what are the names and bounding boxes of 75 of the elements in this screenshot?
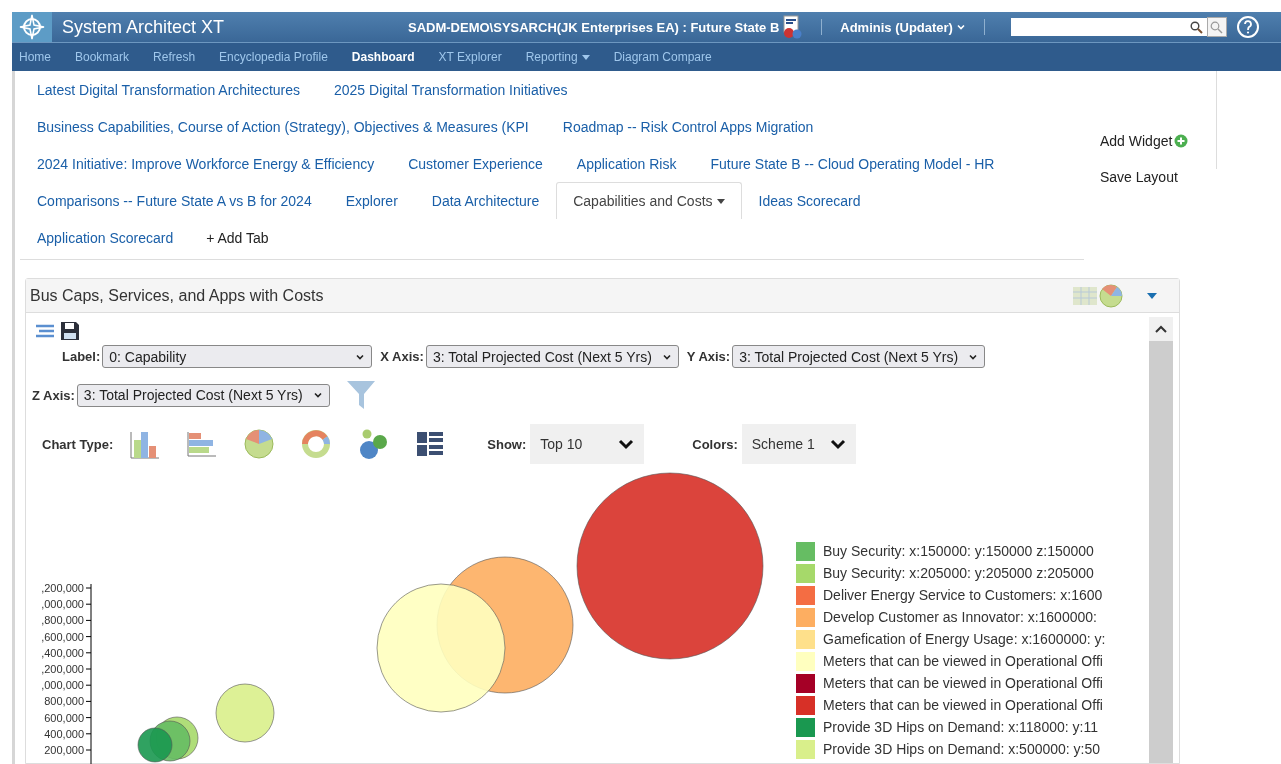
legend-label: Develop Customer as Innovator: x:1600000: — [823, 609, 1097, 625]
scroll-up-button[interactable] — [1149, 317, 1173, 341]
y-tick-label: ,000,000 — [41, 598, 84, 611]
axis-select[interactable]: 3: Total Projected Cost (Next 5 Yrs) — [76, 383, 330, 407]
axis-label: Z Axis: — [32, 387, 75, 403]
nav-link[interactable]: Encyclopedia Profile — [219, 50, 328, 64]
plus-icon — [1174, 134, 1189, 148]
scrollbar-thumb[interactable] — [1149, 341, 1173, 763]
axis-select[interactable]: 3: Total Projected Cost (Next 5 Yrs) — [425, 345, 679, 368]
chevron-up-icon — [1154, 324, 1168, 334]
chevron-icon — [829, 438, 846, 450]
chevron-icon — [618, 438, 635, 450]
legend-label: Gamefication of Energy Usage: x:1600000: y: — [823, 631, 1106, 647]
bubble — [215, 683, 275, 743]
dropdown-caret-icon[interactable] — [1147, 292, 1157, 299]
add-tab-button[interactable]: + Add Tab — [190, 219, 285, 256]
legend-label: Buy Security: x:150000: y:150000 z:150000 — [823, 543, 1094, 559]
nav-link[interactable]: Reporting — [525, 50, 590, 64]
pie-chart-icon[interactable] — [1099, 283, 1123, 308]
search-button[interactable] — [1206, 17, 1227, 37]
nav-link[interactable]: XT Explorer — [438, 50, 502, 64]
legend-label: Provide 3D Hips on Demand: x:500000: y:50 — [823, 741, 1101, 757]
chevron-icon — [312, 390, 323, 400]
y-tick-label: 400,000 — [44, 727, 84, 740]
bubble-chart-icon — [357, 428, 390, 460]
pie-chart-icon — [243, 428, 276, 460]
app-title: System Architect XT — [62, 16, 226, 38]
y-tick-label: 200,000 — [44, 744, 84, 756]
y-tick-label: ,200,000 — [41, 582, 84, 594]
y-tick-label: ,200,000 — [41, 663, 84, 675]
bubble — [137, 727, 173, 763]
grid-icon[interactable] — [1073, 286, 1097, 305]
nav-link[interactable]: Diagram Compare — [613, 50, 712, 64]
nav-link[interactable]: Refresh — [153, 50, 196, 64]
question-mark-icon — [1242, 20, 1253, 34]
help-button[interactable] — [1236, 16, 1259, 38]
legend-label: Provide 3D Hips on Demand: x:118000: y:11 — [823, 719, 1098, 735]
dashboard-tab[interactable]: Capabilities and Costs — [556, 182, 742, 219]
nav-link[interactable]: Bookmark — [75, 50, 130, 64]
y-tick-label: ,600,000 — [41, 630, 84, 643]
axis-select[interactable]: 3: Total Projected Cost (Next 5 Yrs) — [732, 345, 986, 368]
chevron-icon — [955, 22, 966, 32]
axis-label: X Axis: — [380, 349, 424, 364]
colors-select[interactable]: Scheme 1 — [741, 424, 856, 464]
nav-link[interactable]: Home — [19, 50, 51, 64]
legend-label: Deliver Energy Service to Customers: x:1600 — [823, 587, 1103, 603]
show-select[interactable]: Top 10 — [530, 424, 645, 464]
chart-type-label: Chart Type: — [42, 436, 114, 452]
search-icon — [1210, 20, 1224, 34]
colors-label: Colors: — [692, 436, 738, 452]
save-icon[interactable] — [60, 321, 80, 341]
axis-label: Label: — [62, 349, 101, 364]
legend-label: Meters that can be viewed in Operational Offi — [823, 697, 1103, 713]
user-menu-button[interactable]: Adminis (Updater) — [840, 19, 966, 35]
search-icon — [1189, 20, 1203, 34]
list-icon[interactable] — [36, 323, 54, 339]
donut-chart-icon — [300, 428, 333, 460]
legend-label: Meters that can be viewed in Operational Offi — [823, 675, 1103, 691]
save-layout-button[interactable]: Save Layout — [1100, 169, 1189, 185]
widget-title: Bus Caps, Services, and Apps with Costs — [30, 286, 325, 305]
repository-context: SADM-DEMO\SYSARCH(JK Enterprises EA) : Future State B — [408, 19, 780, 35]
y-tick-label: ,800,000 — [41, 614, 84, 627]
logo-icon — [12, 12, 52, 42]
y-tick-label: ,400,000 — [41, 646, 84, 659]
y-tick-label: 600,000 — [44, 711, 84, 724]
legend-label: Meters that can be viewed in Operational Offi — [823, 653, 1103, 669]
show-label: Show: — [487, 436, 527, 452]
axis-select[interactable]: 0: Capability — [102, 345, 373, 368]
axis-label: Y Axis: — [686, 349, 731, 364]
nav-link[interactable]: Dashboard — [351, 50, 415, 64]
y-tick-label: 800,000 — [44, 695, 84, 708]
add-widget-button[interactable]: Add Widget — [1100, 133, 1189, 149]
filter-icon[interactable] — [345, 380, 376, 410]
legend-label: Buy Security: x:205000: y:205000 z:205000 — [823, 565, 1094, 581]
y-tick-label: ,000,000 — [41, 679, 84, 692]
